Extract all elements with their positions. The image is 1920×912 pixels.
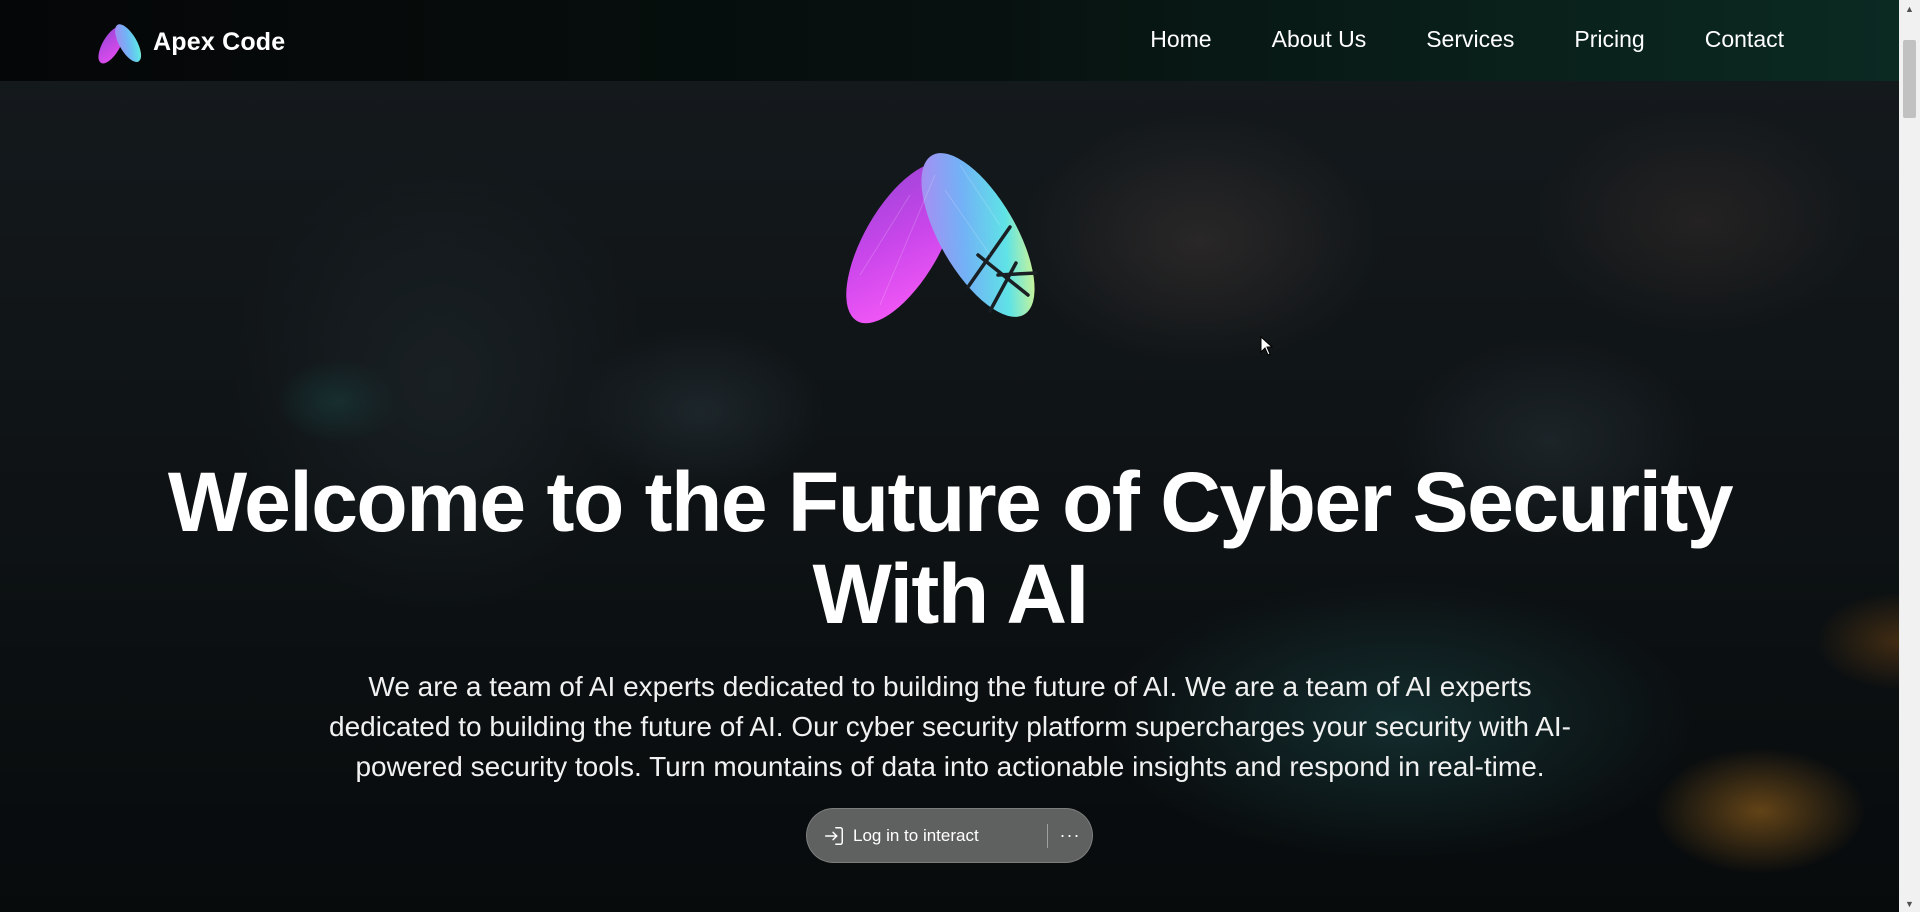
page: Apex Code Home About Us Services Pricing… <box>0 0 1899 912</box>
navbar: Apex Code Home About Us Services Pricing… <box>0 0 1899 81</box>
login-to-interact-button[interactable]: Log in to interact <box>807 809 1047 862</box>
nav-about-us[interactable]: About Us <box>1272 26 1367 53</box>
hero-title: Welcome to the Future of Cyber Security … <box>120 456 1780 640</box>
nav-home[interactable]: Home <box>1150 26 1211 53</box>
scroll-up-arrow-icon[interactable]: ▲ <box>1899 0 1920 17</box>
apex-logo-icon <box>98 24 142 64</box>
mouse-cursor-icon <box>1260 336 1274 356</box>
scroll-down-arrow-icon[interactable]: ▼ <box>1899 895 1920 912</box>
vertical-scrollbar[interactable]: ▲ ▼ <box>1899 0 1920 912</box>
nav-pricing[interactable]: Pricing <box>1574 26 1644 53</box>
main-nav: Home About Us Services Pricing Contact <box>1150 26 1784 53</box>
hero-description-line: powered security tools. Turn mountains o… <box>355 751 1545 782</box>
login-label: Log in to interact <box>853 825 979 845</box>
login-widget: Log in to interact ··· <box>806 808 1093 863</box>
nav-contact[interactable]: Contact <box>1705 26 1784 53</box>
more-options-button[interactable]: ··· <box>1048 809 1092 862</box>
hero-description: We are a team of AI experts dedicated to… <box>270 667 1630 787</box>
hero-section: Welcome to the Future of Cyber Security … <box>0 81 1899 912</box>
hero-description-line: We are a team of AI experts dedicated to… <box>368 671 1532 702</box>
nav-services[interactable]: Services <box>1426 26 1514 53</box>
hero-apex-logo-icon <box>846 153 1038 324</box>
brand-name: Apex Code <box>153 27 286 56</box>
scrollbar-thumb[interactable] <box>1903 40 1916 118</box>
hero-title-line: With AI <box>812 547 1089 641</box>
hero-description-line: dedicated to building the future of AI. … <box>329 711 1571 742</box>
hero-title-line: Welcome to the Future of Cyber Security <box>167 455 1734 549</box>
brand[interactable]: Apex Code <box>97 19 285 65</box>
login-arrow-icon <box>825 826 843 845</box>
